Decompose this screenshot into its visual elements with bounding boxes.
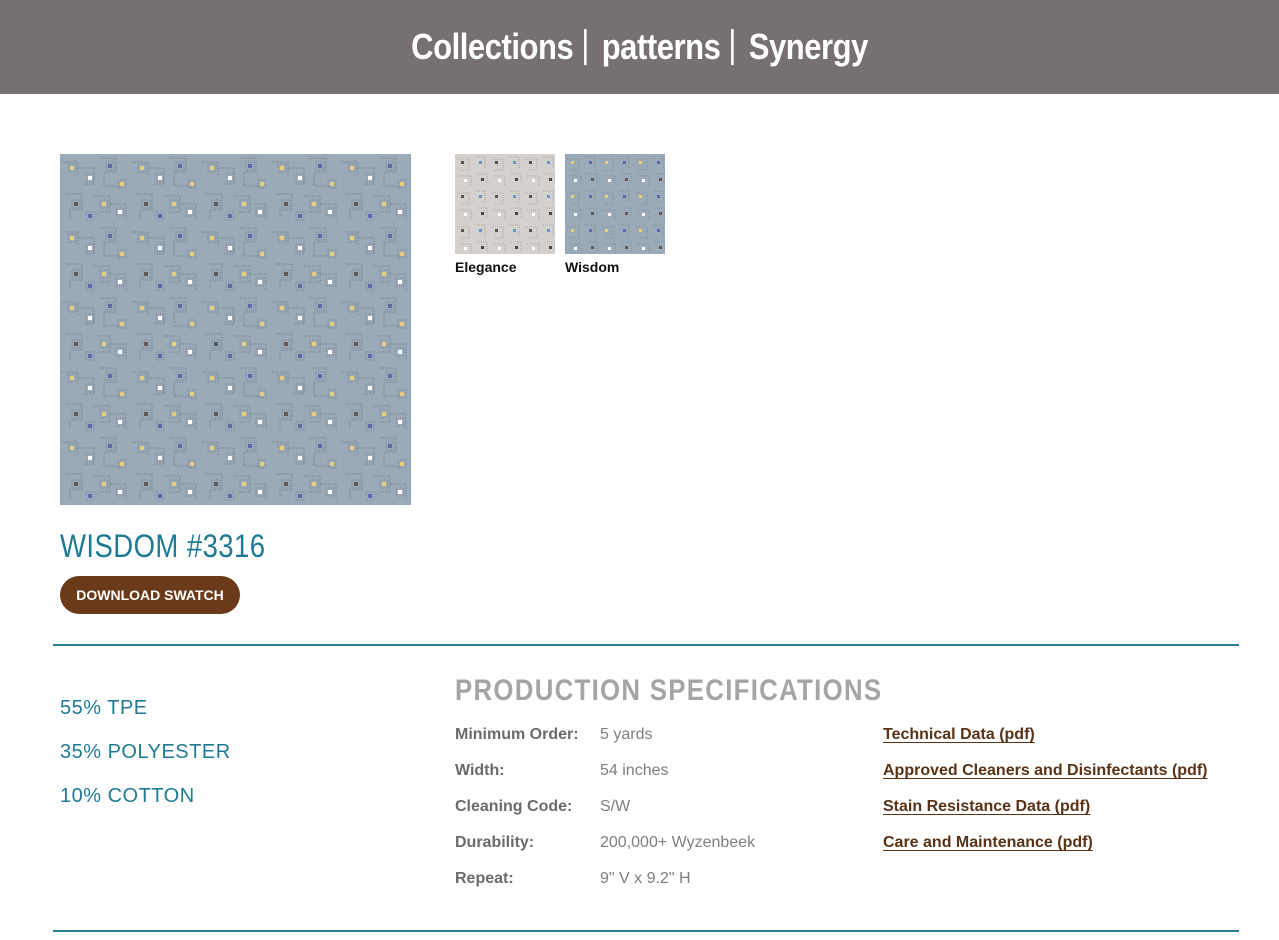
- breadcrumb-separator: [583, 29, 587, 65]
- wisdom-thumbnail: [565, 154, 665, 254]
- specifications-table: Minimum Order: 5 yards Width: 54 inches …: [455, 717, 755, 897]
- composition-item: 35% POLYESTER: [60, 741, 231, 763]
- spec-label: Width:: [455, 762, 505, 779]
- spec-value: 5 yards: [600, 726, 653, 743]
- spec-value: S/W: [600, 798, 631, 815]
- spec-value: 200,000+ Wyzenbeek: [600, 834, 756, 851]
- main-swatch-image: [60, 154, 411, 505]
- doc-link-row: Care and Maintenance (pdf): [883, 825, 1208, 861]
- page-header: Collections patterns Synergy: [0, 0, 1279, 94]
- composition-item: 55% TPE: [60, 697, 148, 719]
- spec-row-width: Width: 54 inches: [455, 753, 755, 789]
- spec-row-minimum-order: Minimum Order: 5 yards: [455, 717, 755, 753]
- colorway-label: Wisdom: [565, 259, 620, 275]
- doc-link-row: Stain Resistance Data (pdf): [883, 789, 1208, 825]
- spec-value: 9" V x 9.2" H: [600, 870, 691, 887]
- spec-row-cleaning-code: Cleaning Code: S/W: [455, 789, 755, 825]
- breadcrumb-patterns[interactable]: patterns: [602, 26, 721, 68]
- section-divider-bottom: [53, 930, 1239, 932]
- technical-data-link[interactable]: Technical Data (pdf): [883, 726, 1035, 744]
- doc-link-row: Technical Data (pdf): [883, 717, 1208, 753]
- download-swatch-button[interactable]: DOWNLOAD SWATCH: [60, 576, 240, 614]
- spec-row-durability: Durability: 200,000+ Wyzenbeek: [455, 825, 755, 861]
- breadcrumb-synergy[interactable]: Synergy: [749, 26, 869, 68]
- breadcrumb-collections[interactable]: Collections: [411, 26, 574, 68]
- document-links: Technical Data (pdf) Approved Cleaners a…: [883, 717, 1208, 861]
- colorway-label: Elegance: [455, 259, 517, 275]
- colorway-wisdom[interactable]: Wisdom: [565, 154, 665, 275]
- approved-cleaners-link[interactable]: Approved Cleaners and Disinfectants (pdf…: [883, 762, 1208, 780]
- fiber-composition: 55% TPE 35% POLYESTER 10% COTTON: [60, 686, 231, 818]
- wisdom-fabric-pattern: [60, 154, 411, 505]
- spec-label: Cleaning Code:: [455, 798, 573, 815]
- breadcrumb-separator: [730, 29, 734, 65]
- spec-label: Repeat:: [455, 870, 514, 887]
- spec-row-repeat: Repeat: 9" V x 9.2" H: [455, 861, 755, 897]
- section-divider-top: [53, 644, 1239, 646]
- elegance-thumbnail: [455, 154, 555, 254]
- product-title: WISDOM #3316: [60, 528, 266, 564]
- breadcrumb: Collections patterns Synergy: [411, 26, 868, 68]
- spec-label: Durability:: [455, 834, 535, 851]
- composition-item: 10% COTTON: [60, 785, 195, 807]
- doc-link-row: Approved Cleaners and Disinfectants (pdf…: [883, 753, 1208, 789]
- care-maintenance-link[interactable]: Care and Maintenance (pdf): [883, 834, 1093, 852]
- stain-resistance-link[interactable]: Stain Resistance Data (pdf): [883, 798, 1090, 816]
- spec-label: Minimum Order:: [455, 726, 579, 743]
- production-specifications-title: PRODUCTION SPECIFICATIONS: [455, 674, 883, 707]
- spec-value: 54 inches: [600, 762, 669, 779]
- colorway-elegance[interactable]: Elegance: [455, 154, 555, 275]
